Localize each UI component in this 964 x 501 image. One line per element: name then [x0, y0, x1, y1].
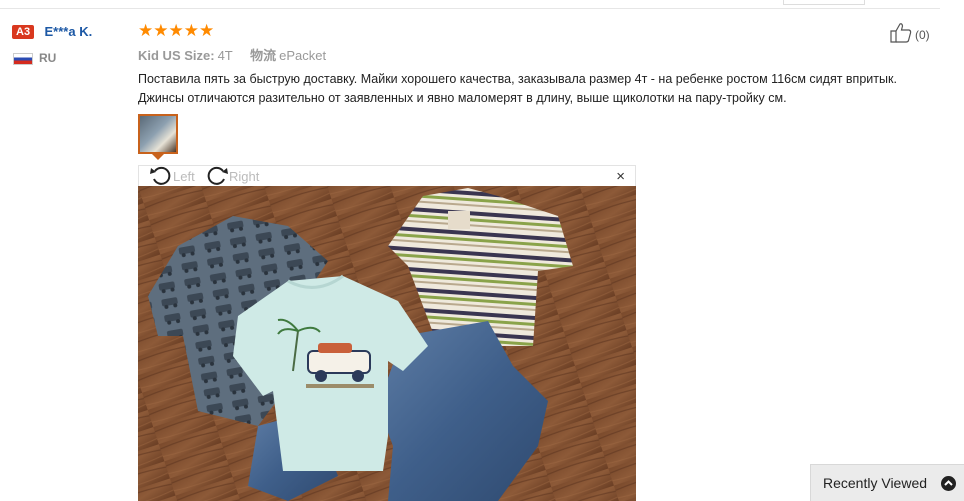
russia-flag-icon [13, 52, 33, 65]
size-value: 4T [217, 48, 233, 63]
review-photo-thumbnail[interactable] [138, 114, 178, 154]
reviewer-info: A3 E***a K. [12, 23, 92, 41]
review-photo [138, 186, 636, 501]
helpful-count: (0) [915, 27, 930, 42]
rotate-left-button[interactable]: Left [149, 166, 195, 186]
helpful-button[interactable]: (0) [890, 23, 930, 46]
size-label: Kid US Size: [138, 48, 215, 63]
review-text: Поставила пять за быструю доставку. Майк… [138, 72, 897, 105]
rotate-left-icon [149, 165, 173, 188]
shipping-value: ePacket [279, 48, 327, 63]
recently-viewed-button[interactable]: Recently Viewed [810, 464, 964, 501]
country-code: RU [39, 51, 57, 65]
rotate-left-label: Left [173, 168, 195, 184]
star-rating: ★★★★★ [138, 21, 215, 40]
chevron-up-icon [941, 476, 956, 491]
reviewer-name: E***a K. [44, 24, 93, 40]
close-viewer-button[interactable]: × [616, 168, 625, 186]
shipping-label: 物流 [250, 48, 277, 63]
photo-viewer-toolbar: Left Right × [138, 165, 636, 187]
thumbs-up-icon [890, 23, 912, 46]
top-control-stub [783, 0, 865, 5]
top-divider [0, 8, 940, 9]
reviewer-level-badge: A3 [12, 24, 35, 39]
rotate-right-label: Right [229, 168, 260, 184]
thumbnail-active-caret [152, 154, 164, 160]
children-clothes-photo [138, 186, 636, 501]
review-attributes: Kid US Size: 4T 物流 ePacket [138, 45, 326, 64]
recently-viewed-label: Recently Viewed [823, 475, 928, 491]
reviewer-country: RU [13, 51, 56, 65]
rotate-right-button[interactable]: Right [205, 166, 259, 186]
rotate-right-icon [205, 165, 229, 188]
